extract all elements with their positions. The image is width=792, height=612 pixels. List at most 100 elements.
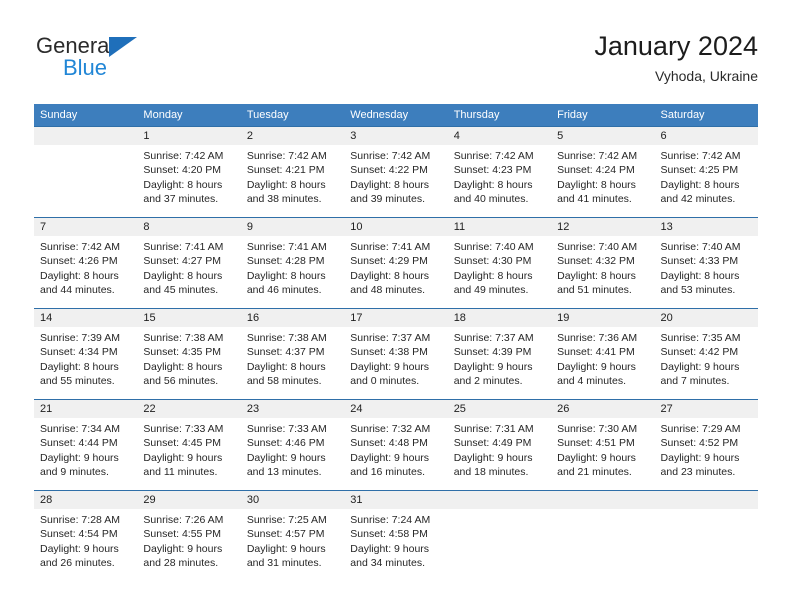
sunrise-text: Sunrise: 7:41 AM [143, 241, 224, 253]
sunset-text: Sunset: 4:48 PM [350, 437, 428, 450]
calendar-week-row: 7 8 9 10 11 12 13 Sunrise: 7:42 AM Sunse… [34, 217, 758, 308]
date-number: 23 [246, 403, 260, 415]
daylight-text: Daylight: 9 hours [557, 360, 636, 373]
daylight-text-cont: and 41 minutes. [557, 193, 632, 206]
sunset-text: Sunset: 4:26 PM [40, 255, 118, 268]
date-number-band: 14 15 16 17 18 19 20 [34, 309, 758, 327]
day-cell: Sunrise: 7:39 AM Sunset: 4:34 PM Dayligh… [34, 327, 137, 399]
calendar-week-row: 14 15 16 17 18 19 20 Sunrise: 7:39 AM Su… [34, 308, 758, 399]
date-number: 29 [143, 494, 156, 506]
sunset-text: Sunset: 4:58 PM [350, 528, 428, 541]
date-number: 18 [453, 312, 466, 324]
day-cell: Sunrise: 7:42 AM Sunset: 4:25 PM Dayligh… [655, 145, 758, 217]
sunrise-text: Sunrise: 7:32 AM [350, 423, 431, 435]
sunrise-text: Sunrise: 7:33 AM [246, 423, 327, 435]
sunset-text: Sunset: 4:33 PM [660, 255, 739, 268]
day-cell: Sunrise: 7:42 AM Sunset: 4:22 PM Dayligh… [344, 145, 447, 217]
daylight-text: Daylight: 8 hours [453, 178, 533, 191]
day-cell: Sunrise: 7:37 AM Sunset: 4:39 PM Dayligh… [448, 327, 551, 399]
day-cell: Sunrise: 7:31 AM Sunset: 4:49 PM Dayligh… [448, 418, 551, 490]
daylight-text-cont: and 9 minutes. [40, 466, 109, 479]
daylight-text: Daylight: 9 hours [350, 542, 430, 555]
sunrise-text: Sunrise: 7:41 AM [350, 241, 431, 253]
date-number: 9 [246, 221, 253, 233]
daylight-text-cont: and 26 minutes. [40, 557, 115, 570]
sunrise-text: Sunrise: 7:35 AM [660, 332, 741, 344]
page-title: January 2024 [594, 31, 758, 61]
daylight-text: Daylight: 9 hours [660, 360, 740, 373]
daylight-text-cont: and 21 minutes. [557, 466, 632, 479]
day-cell: Sunrise: 7:42 AM Sunset: 4:21 PM Dayligh… [241, 145, 344, 217]
day-cell: Sunrise: 7:40 AM Sunset: 4:30 PM Dayligh… [448, 236, 551, 308]
date-number: 14 [40, 312, 53, 324]
day-cell [448, 509, 551, 581]
daylight-text: Daylight: 9 hours [660, 451, 740, 464]
day-cell: Sunrise: 7:42 AM Sunset: 4:23 PM Dayligh… [448, 145, 551, 217]
weekday-header-tuesday: Tuesday [246, 109, 289, 121]
daylight-text-cont: and 13 minutes. [246, 466, 322, 479]
general-blue-logo: General Blue [36, 34, 216, 86]
sunrise-text: Sunrise: 7:30 AM [557, 423, 638, 435]
sunrise-text: Sunrise: 7:38 AM [246, 332, 327, 344]
sunset-text: Sunset: 4:37 PM [246, 346, 325, 359]
sunrise-text: Sunrise: 7:40 AM [557, 241, 638, 253]
date-number: 12 [557, 221, 570, 233]
day-detail-band: Sunrise: 7:42 AM Sunset: 4:26 PM Dayligh… [34, 236, 758, 308]
sunrise-text: Sunrise: 7:37 AM [350, 332, 431, 344]
sunset-text: Sunset: 4:34 PM [40, 346, 118, 359]
date-number: 22 [143, 403, 156, 415]
page-subtitle-location: Vyhoda, Ukraine [655, 68, 758, 84]
day-cell [551, 509, 654, 581]
calendar-week-row: 21 22 23 24 25 26 27 Sunrise: 7:34 AM Su… [34, 399, 758, 490]
daylight-text: Daylight: 8 hours [246, 360, 326, 373]
logo-text-blue: Blue [63, 55, 108, 80]
sunrise-text: Sunrise: 7:42 AM [246, 150, 327, 162]
day-cell: Sunrise: 7:30 AM Sunset: 4:51 PM Dayligh… [551, 418, 654, 490]
day-cell: Sunrise: 7:28 AM Sunset: 4:54 PM Dayligh… [34, 509, 137, 581]
daylight-text: Daylight: 9 hours [557, 451, 636, 464]
day-cell: Sunrise: 7:42 AM Sunset: 4:24 PM Dayligh… [551, 145, 654, 217]
daylight-text-cont: and 31 minutes. [246, 557, 322, 570]
sunset-text: Sunset: 4:32 PM [557, 255, 635, 268]
daylight-text: Daylight: 9 hours [246, 542, 326, 555]
daylight-text: Daylight: 9 hours [143, 542, 223, 555]
daylight-text: Daylight: 8 hours [40, 269, 119, 282]
daylight-text-cont: and 23 minutes. [660, 466, 736, 479]
date-number [551, 491, 654, 509]
daylight-text: Daylight: 8 hours [143, 178, 223, 191]
date-number: 27 [660, 403, 673, 415]
daylight-text: Daylight: 9 hours [350, 451, 430, 464]
weekday-header-sunday: Sunday [40, 109, 78, 121]
day-cell: Sunrise: 7:35 AM Sunset: 4:42 PM Dayligh… [655, 327, 758, 399]
day-cell: Sunrise: 7:24 AM Sunset: 4:58 PM Dayligh… [344, 509, 447, 581]
daylight-text: Daylight: 9 hours [40, 451, 119, 464]
date-number: 4 [453, 130, 460, 142]
weekday-header-wednesday: Wednesday [350, 109, 409, 121]
date-number: 3 [350, 130, 357, 142]
daylight-text-cont: and 34 minutes. [350, 557, 425, 570]
daylight-text: Daylight: 9 hours [40, 542, 119, 555]
sunset-text: Sunset: 4:41 PM [557, 346, 635, 359]
daylight-text: Daylight: 8 hours [246, 269, 326, 282]
sunset-text: Sunset: 4:52 PM [660, 437, 739, 450]
daylight-text: Daylight: 9 hours [143, 451, 223, 464]
day-cell: Sunrise: 7:38 AM Sunset: 4:35 PM Dayligh… [137, 327, 240, 399]
daylight-text-cont: and 40 minutes. [453, 193, 529, 206]
sunrise-text: Sunrise: 7:42 AM [453, 150, 534, 162]
daylight-text-cont: and 51 minutes. [557, 284, 632, 297]
sunset-text: Sunset: 4:24 PM [557, 164, 635, 177]
sunrise-text: Sunrise: 7:41 AM [246, 241, 327, 253]
daylight-text-cont: and 45 minutes. [143, 284, 219, 297]
page-header: General Blue January 2024 Vyhoda, Ukrain… [0, 0, 792, 104]
sunset-text: Sunset: 4:28 PM [246, 255, 325, 268]
sunset-text: Sunset: 4:57 PM [246, 528, 325, 541]
daylight-text-cont: and 38 minutes. [246, 193, 322, 206]
date-number: 16 [246, 312, 260, 324]
date-number: 13 [660, 221, 673, 233]
daylight-text: Daylight: 8 hours [660, 269, 740, 282]
date-number: 26 [557, 403, 570, 415]
sunrise-text: Sunrise: 7:26 AM [143, 514, 224, 526]
daylight-text: Daylight: 8 hours [350, 178, 430, 191]
day-detail-band: Sunrise: 7:42 AM Sunset: 4:20 PM Dayligh… [34, 145, 758, 217]
sunset-text: Sunset: 4:49 PM [453, 437, 532, 450]
